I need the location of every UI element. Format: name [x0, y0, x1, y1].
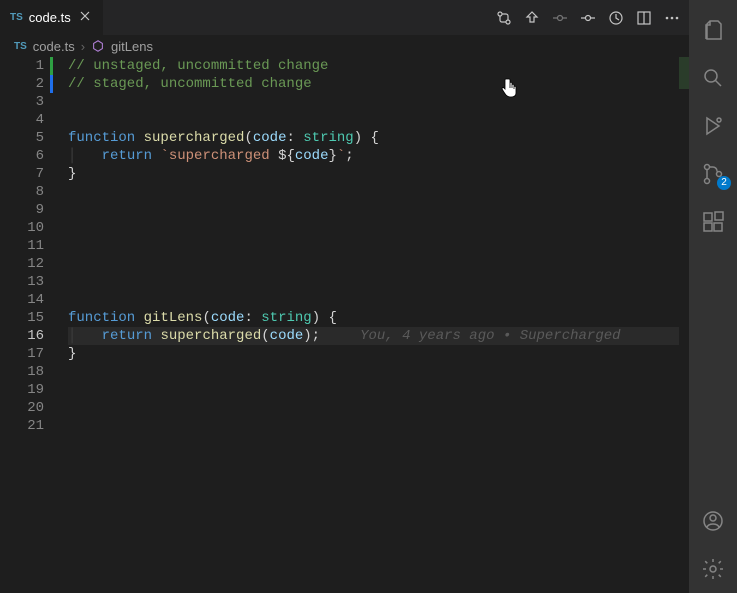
- source-control-icon[interactable]: 2: [689, 150, 737, 198]
- code-line[interactable]: [68, 183, 689, 201]
- next-commit-icon[interactable]: [579, 9, 597, 27]
- typescript-icon: TS: [14, 41, 27, 52]
- open-changes-icon[interactable]: [523, 9, 541, 27]
- tab-bar: TS code.ts: [0, 0, 689, 35]
- code-line[interactable]: [68, 201, 689, 219]
- code-line[interactable]: [68, 399, 689, 417]
- split-editor-icon[interactable]: [635, 9, 653, 27]
- line-number: 8: [0, 183, 46, 201]
- code-line[interactable]: [68, 273, 689, 291]
- code-line[interactable]: function supercharged(code: string) {: [68, 129, 689, 147]
- line-number: 6: [0, 147, 46, 165]
- line-number: 19: [0, 381, 46, 399]
- gitlens-blame-annotation[interactable]: You, 4 years ago • Supercharged: [320, 328, 620, 344]
- line-number: 15: [0, 309, 46, 327]
- typescript-icon: TS: [10, 12, 23, 23]
- compare-changes-icon[interactable]: [495, 9, 513, 27]
- prev-commit-icon[interactable]: [551, 9, 569, 27]
- editor-group: TS code.ts: [0, 0, 689, 593]
- code-content[interactable]: // unstaged, uncommitted change// staged…: [56, 57, 689, 593]
- code-line[interactable]: // staged, uncommitted change: [68, 75, 689, 93]
- code-line[interactable]: [68, 417, 689, 435]
- editor-toolbar: [487, 0, 689, 35]
- line-number: 18: [0, 363, 46, 381]
- line-number: 2: [0, 75, 46, 93]
- line-number: 7: [0, 165, 46, 183]
- extensions-icon[interactable]: [689, 198, 737, 246]
- code-line[interactable]: // unstaged, uncommitted change: [68, 57, 689, 75]
- line-number: 12: [0, 255, 46, 273]
- line-number: 20: [0, 399, 46, 417]
- line-number: 16: [0, 327, 46, 345]
- code-line[interactable]: [68, 111, 689, 129]
- line-number: 9: [0, 201, 46, 219]
- line-number: 14: [0, 291, 46, 309]
- code-line[interactable]: [68, 237, 689, 255]
- close-icon[interactable]: [77, 8, 93, 27]
- settings-gear-icon[interactable]: [689, 545, 737, 593]
- tab-filename: code.ts: [29, 10, 71, 25]
- code-line[interactable]: [68, 219, 689, 237]
- breadcrumb[interactable]: TS code.ts › gitLens: [0, 35, 689, 57]
- breadcrumb-symbol[interactable]: gitLens: [111, 39, 153, 54]
- code-line[interactable]: [68, 93, 689, 111]
- more-icon[interactable]: [663, 9, 681, 27]
- line-number-gutter: 123456789101112131415161718192021: [0, 57, 50, 593]
- run-debug-icon[interactable]: [689, 102, 737, 150]
- line-number: 5: [0, 129, 46, 147]
- accounts-icon[interactable]: [689, 497, 737, 545]
- tab-code-ts[interactable]: TS code.ts: [0, 0, 104, 35]
- breadcrumb-file[interactable]: code.ts: [33, 39, 75, 54]
- code-line[interactable]: │ return `supercharged ${code}`;: [68, 147, 689, 165]
- code-editor[interactable]: 123456789101112131415161718192021 // uns…: [0, 57, 689, 593]
- symbol-method-icon: [91, 39, 105, 53]
- code-line[interactable]: }: [68, 345, 689, 363]
- chevron-right-icon: ›: [81, 39, 85, 54]
- code-line[interactable]: }: [68, 165, 689, 183]
- code-line[interactable]: [68, 363, 689, 381]
- source-control-badge: 2: [717, 176, 731, 190]
- activity-bar: 2: [689, 0, 737, 593]
- line-number: 17: [0, 345, 46, 363]
- line-number: 21: [0, 417, 46, 435]
- line-number: 11: [0, 237, 46, 255]
- toggle-blame-icon[interactable]: [607, 9, 625, 27]
- code-line[interactable]: [68, 291, 689, 309]
- line-number: 13: [0, 273, 46, 291]
- line-number: 10: [0, 219, 46, 237]
- code-line[interactable]: function gitLens(code: string) {: [68, 309, 689, 327]
- line-number: 4: [0, 111, 46, 129]
- line-number: 3: [0, 93, 46, 111]
- search-icon[interactable]: [689, 54, 737, 102]
- code-line[interactable]: [68, 381, 689, 399]
- line-number: 1: [0, 57, 46, 75]
- code-line[interactable]: │ return supercharged(code);You, 4 years…: [68, 327, 689, 345]
- code-line[interactable]: [68, 255, 689, 273]
- overview-ruler[interactable]: [679, 57, 689, 593]
- explorer-icon[interactable]: [689, 6, 737, 54]
